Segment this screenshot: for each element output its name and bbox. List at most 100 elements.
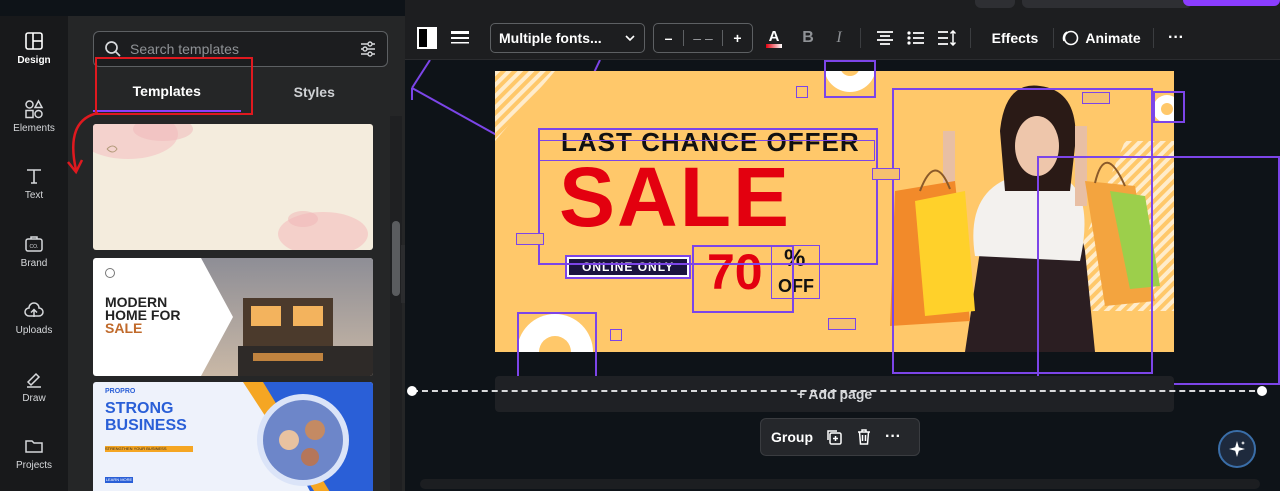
border-lines-icon <box>451 31 469 44</box>
elements-icon <box>25 98 44 118</box>
text-color-icon: A <box>768 27 780 45</box>
line-spacing-icon <box>938 30 957 46</box>
search-icon <box>105 41 121 57</box>
spacing-button[interactable] <box>936 23 958 53</box>
template-card-watercolor[interactable] <box>93 124 373 250</box>
toolbar-divider <box>1153 28 1154 48</box>
selection-box-bags <box>1037 156 1280 385</box>
zigzag-element <box>872 168 900 180</box>
canvas-horizontal-scrollbar[interactable] <box>420 479 1260 489</box>
font-size-stepper: – – – + <box>653 23 753 53</box>
rail-item-text[interactable]: Text <box>0 153 68 213</box>
font-size-increase-button[interactable]: + <box>722 30 752 46</box>
rail-item-draw[interactable]: Draw <box>0 356 68 416</box>
toolbar-divider <box>970 28 971 48</box>
panel-scrollbar[interactable] <box>390 116 402 491</box>
font-family-value: Multiple fonts... <box>499 30 602 46</box>
more-options-button[interactable]: ··· <box>1163 23 1189 53</box>
modern-home-title: MODERN HOME FOR SALE <box>105 294 181 336</box>
watercolor-illustration <box>93 124 368 250</box>
rail-label-projects: Projects <box>15 459 53 471</box>
bold-button[interactable]: B <box>798 23 818 53</box>
editor-toolbar: Multiple fonts... – – – + A B I Effects … <box>405 16 1280 60</box>
more-actions-button[interactable]: ··· <box>885 428 901 446</box>
font-size-input[interactable]: – – <box>684 30 722 46</box>
header-button[interactable] <box>1022 0 1192 8</box>
font-size-decrease-button[interactable]: – <box>654 30 684 46</box>
rail-item-elements[interactable]: Elements <box>0 86 68 146</box>
uploads-icon <box>24 301 44 317</box>
annotation-arrow-icon <box>67 111 99 175</box>
resize-handle[interactable] <box>1257 386 1267 396</box>
toolbar-divider <box>1053 28 1054 48</box>
header-strip <box>405 0 1280 16</box>
selection-box-square <box>610 329 622 341</box>
selection-box-small-circle <box>1153 91 1185 123</box>
rail-item-projects[interactable]: Projects <box>0 423 68 483</box>
color-swatch-button[interactable] <box>415 23 439 53</box>
animate-icon <box>1063 30 1079 46</box>
rail-item-design[interactable]: Design <box>0 18 68 78</box>
filter-sliders-icon[interactable] <box>359 40 377 58</box>
selection-box-square <box>796 86 808 98</box>
header-button[interactable] <box>975 0 1015 8</box>
business-decor <box>243 382 373 491</box>
rail-label-elements: Elements <box>13 122 55 134</box>
list-button[interactable] <box>905 23 927 53</box>
rail-item-uploads[interactable]: Uploads <box>0 288 68 348</box>
magic-assistant-button[interactable] <box>1218 430 1256 468</box>
chevron-down-icon <box>625 35 635 42</box>
element-action-bar: Group ··· <box>760 418 920 456</box>
zigzag-element <box>1082 92 1110 104</box>
text-color-button[interactable]: A <box>763 23 785 53</box>
text-icon <box>27 168 41 184</box>
rail-label-draw: Draw <box>22 392 46 404</box>
business-subline: STRENGTHEN YOUR BUSINESS IMMEDIATELY <box>105 446 193 452</box>
draw-icon <box>26 372 41 388</box>
animate-label: Animate <box>1085 30 1141 46</box>
annotation-highlight-box <box>95 57 253 115</box>
page-boundary-line <box>412 390 1265 392</box>
left-rail: Design Elements Text CO. Brand Uploads D… <box>0 16 75 491</box>
tab-styles[interactable]: Styles <box>241 72 389 112</box>
brand-icon: CO. <box>25 235 43 252</box>
effects-button[interactable]: Effects <box>980 23 1050 53</box>
add-page-label: + Add page <box>796 386 873 402</box>
rail-label-uploads: Uploads <box>15 324 53 336</box>
canvas-area: LAST CHANCE OFFER SALE ONLINE ONLY 70 % … <box>405 60 1280 491</box>
resize-handle[interactable] <box>407 386 417 396</box>
svg-text:CO.: CO. <box>30 244 39 250</box>
share-button[interactable] <box>1183 0 1280 6</box>
duplicate-icon[interactable] <box>825 428 843 446</box>
rail-label-brand: Brand <box>20 257 48 269</box>
template-card-modern-home[interactable]: MODERN HOME FOR SALE <box>93 258 373 376</box>
bullet-list-icon <box>907 31 924 45</box>
zigzag-element <box>516 233 544 245</box>
border-style-button[interactable] <box>449 23 471 53</box>
design-icon <box>25 31 43 50</box>
rail-label-design: Design <box>17 54 51 66</box>
trash-icon[interactable] <box>855 428 873 446</box>
group-button[interactable]: Group <box>771 429 813 445</box>
sparkle-icon <box>1229 441 1245 457</box>
toolbar-divider <box>860 28 861 48</box>
italic-button[interactable]: I <box>829 23 849 53</box>
strong-business-title: STRONG BUSINESS <box>105 400 187 434</box>
business-cta: LEARN MORE <box>105 477 133 483</box>
projects-icon <box>25 439 43 453</box>
font-family-select[interactable]: Multiple fonts... <box>490 23 645 53</box>
canva-editor: Design Elements Text CO. Brand Uploads D… <box>0 0 1280 491</box>
propro-brand: PROPRO <box>105 388 136 395</box>
selection-box-headline <box>538 140 875 161</box>
align-center-icon <box>877 31 893 45</box>
search-input[interactable]: Search templates <box>130 41 359 57</box>
align-button[interactable] <box>874 23 896 53</box>
add-page-button[interactable]: + Add page <box>495 376 1174 412</box>
animate-button[interactable]: Animate <box>1060 23 1142 53</box>
zigzag-element <box>828 318 856 330</box>
selection-box-top-circle <box>824 60 876 98</box>
rail-label-text: Text <box>24 189 44 201</box>
template-card-strong-business[interactable]: PROPRO STRONG BUSINESS STRENGTHEN YOUR B… <box>93 382 373 491</box>
selection-box-off <box>771 245 820 299</box>
rail-item-brand[interactable]: CO. Brand <box>0 221 68 281</box>
